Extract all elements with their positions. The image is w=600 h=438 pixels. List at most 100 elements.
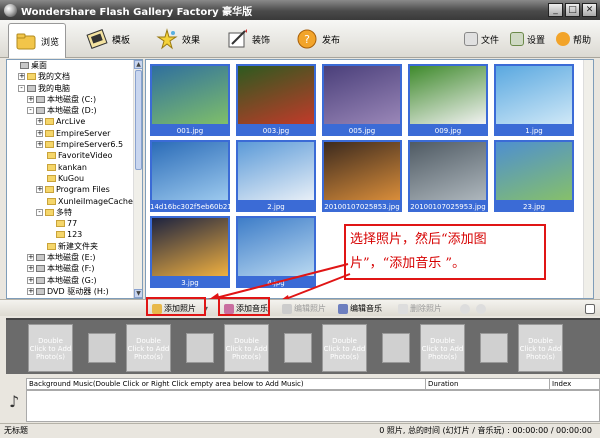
photo-thumbnail[interactable]: 003.jpg — [236, 64, 316, 136]
collapse-icon[interactable]: - — [36, 208, 43, 216]
photo-slot[interactable]: Double Click to Add Photo(s) — [28, 324, 73, 372]
expand-icon[interactable]: + — [36, 141, 43, 149]
view-toggle-button[interactable] — [585, 302, 595, 315]
transition-slot[interactable] — [88, 333, 116, 363]
tab-template[interactable]: 模板 — [80, 24, 136, 54]
tree-item[interactable]: - 我的电脑 — [7, 83, 135, 94]
tree-item-label: 123 — [67, 230, 83, 240]
expand-icon[interactable]: + — [36, 129, 43, 137]
photo-slot[interactable]: Double Click to Add Photo(s) — [224, 324, 269, 372]
photo-slot[interactable]: Double Click to Add Photo(s) — [518, 324, 563, 372]
music-header: Background Music(Double Click or Right C… — [26, 378, 600, 390]
minimize-button[interactable]: _ — [548, 3, 563, 17]
scroll-down-icon[interactable]: ▼ — [134, 289, 142, 298]
maximize-button[interactable]: □ — [565, 3, 580, 17]
tree-item[interactable]: + Program Files — [7, 184, 135, 195]
photo-thumbnail[interactable]: 1.jpg — [494, 64, 574, 136]
window-title: Wondershare Flash Gallery Factory 豪华版 — [21, 6, 253, 18]
scroll-up-icon[interactable]: ▲ — [134, 60, 142, 69]
photo-thumbnail[interactable]: 20100107025953.jpg — [408, 140, 488, 212]
rotate-right-icon — [476, 303, 486, 314]
photo-thumbnail[interactable]: 001.jpg — [150, 64, 230, 136]
photo-slot[interactable]: Double Click to Add Photo(s) — [126, 324, 171, 372]
tree-item[interactable]: + 本地磁盘 (G:) — [7, 275, 135, 286]
expand-icon[interactable]: + — [36, 186, 43, 194]
app-logo-icon — [4, 3, 17, 17]
tree-item[interactable]: + 本地磁盘 (E:) — [7, 252, 135, 263]
tree-item-label: EmpireServer — [56, 128, 111, 138]
photo-thumbnail[interactable]: 005.jpg — [322, 64, 402, 136]
storyboard[interactable]: Double Click to Add Photo(s) Double Click… — [6, 318, 600, 374]
file-button[interactable]: 文件 — [464, 32, 499, 46]
collapse-icon[interactable]: - — [27, 107, 34, 115]
photo-thumbnail[interactable]: 2.jpg — [236, 140, 316, 212]
help-button-label: 帮助 — [573, 35, 592, 46]
photo-filename: 001.jpg — [150, 126, 230, 136]
rotate-right-button[interactable] — [476, 302, 486, 315]
tree-item-label: 本地磁盘 (C:) — [47, 94, 97, 104]
edit-music-button[interactable]: 编辑音乐 — [338, 302, 382, 315]
tab-browse[interactable]: 浏览 — [8, 23, 67, 58]
tree-item[interactable]: 123 — [7, 229, 135, 240]
tree-item[interactable]: + EmpireServer — [7, 128, 135, 139]
photo-thumbnail[interactable]: 14d16bc302f5eb60b219.... — [150, 140, 230, 212]
rotate-left-button[interactable] — [460, 302, 470, 315]
photo-slot[interactable]: Double Click to Add Photo(s) — [322, 324, 367, 372]
collapse-icon[interactable]: - — [18, 84, 25, 92]
photo-thumbnail[interactable]: 4.jpg — [236, 216, 316, 288]
tree-item[interactable]: XunleiImageCache — [7, 196, 135, 207]
photo-filename: 4.jpg — [236, 278, 316, 288]
tree-item[interactable]: 桌面 — [7, 60, 135, 71]
tree-item[interactable]: + 本地磁盘 (F:) — [7, 263, 135, 274]
svg-text:?: ? — [304, 33, 310, 46]
photo-filename: 20100107025953.jpg — [408, 202, 488, 212]
edit-music-icon — [338, 303, 348, 314]
photo-filename: 2.jpg — [236, 202, 316, 212]
edit-photo-button[interactable]: 编辑照片 — [282, 302, 326, 315]
expand-icon[interactable]: + — [27, 254, 34, 262]
music-note-icon: ♪ — [9, 392, 20, 411]
expand-icon[interactable]: + — [27, 265, 34, 273]
tree-item[interactable]: - 多特 — [7, 207, 135, 218]
transition-slot[interactable] — [382, 333, 410, 363]
folder-icon — [45, 118, 54, 126]
expand-icon[interactable]: + — [27, 276, 34, 284]
transition-slot[interactable] — [480, 333, 508, 363]
expand-icon[interactable]: + — [27, 95, 34, 103]
folder-icon — [47, 242, 56, 250]
transition-slot[interactable] — [186, 333, 214, 363]
folder-tree[interactable]: 桌面 + 我的文档 - 我的电脑 + 本地磁盘 (C:) - 本地磁盘 (D:) + ArcLive… — [6, 59, 143, 299]
tab-publish[interactable]: ? 发布 — [290, 24, 346, 54]
tab-decorate[interactable]: 装饰 — [220, 24, 276, 54]
tree-item[interactable]: KuGou — [7, 173, 135, 184]
tree-item[interactable]: + 我的文档 — [7, 71, 135, 82]
tree-item[interactable]: kankan — [7, 162, 135, 173]
tree-scrollbar[interactable]: ▲ ▼ — [133, 60, 142, 298]
photo-thumbnail[interactable]: 20100107025853.jpg — [322, 140, 402, 212]
tree-item[interactable]: + DVD 驱动器 (H:) — [7, 286, 135, 297]
tab-effects[interactable]: 效果 — [150, 24, 206, 54]
tree-item[interactable]: FavoriteVideo — [7, 150, 135, 161]
tree-item[interactable]: 77 — [7, 218, 135, 229]
music-list[interactable] — [26, 390, 600, 422]
transition-slot[interactable] — [284, 333, 312, 363]
delete-photo-button[interactable]: 删除照片 — [398, 302, 442, 315]
photo-thumbnail[interactable]: 23.jpg — [494, 140, 574, 212]
expand-icon[interactable]: + — [36, 118, 43, 126]
photo-slot[interactable]: Double Click to Add Photo(s) — [420, 324, 465, 372]
tree-item[interactable]: 新建文件夹 — [7, 241, 135, 252]
tree-item[interactable]: + EmpireServer6.5 — [7, 139, 135, 150]
expand-icon[interactable]: + — [27, 287, 34, 295]
settings-button[interactable]: 设置 — [510, 32, 545, 46]
photo-thumbnail[interactable]: 3.jpg — [150, 216, 230, 288]
tree-scroll-thumb[interactable] — [135, 70, 142, 170]
tree-item[interactable]: + ArcLive — [7, 116, 135, 127]
tree-item[interactable]: + 本地磁盘 (C:) — [7, 94, 135, 105]
photo-thumbnail[interactable]: 009.jpg — [408, 64, 488, 136]
tree-item[interactable]: - 本地磁盘 (D:) — [7, 105, 135, 116]
gallery-scrollbar[interactable] — [583, 60, 593, 298]
close-button[interactable]: ✕ — [582, 3, 597, 17]
expand-icon[interactable]: + — [18, 73, 25, 81]
help-button[interactable]: 帮助 — [556, 32, 591, 46]
template-icon — [86, 28, 108, 50]
